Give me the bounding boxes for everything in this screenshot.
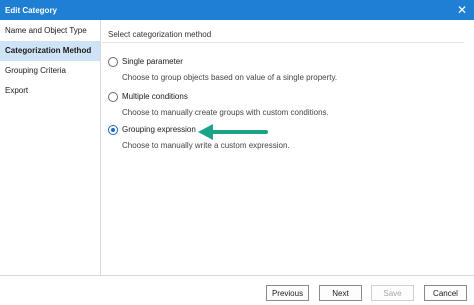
sidebar-item-export[interactable]: Export	[0, 81, 100, 101]
sidebar-item-name-and-object-type[interactable]: Name and Object Type	[0, 21, 100, 41]
option-description: Choose to manually create groups with cu…	[122, 108, 329, 117]
window-title: Edit Category	[5, 5, 58, 15]
option-description: Choose to manually write a custom expres…	[122, 141, 290, 150]
close-icon[interactable]: ✕	[454, 2, 470, 18]
option-description: Choose to group objects based on value o…	[122, 73, 338, 82]
cancel-button[interactable]: Cancel	[424, 285, 467, 301]
section-divider	[102, 42, 464, 43]
radio-multiple-conditions[interactable]	[108, 92, 118, 102]
radio-grouping-expression[interactable]	[108, 125, 118, 135]
option-label: Grouping expression	[122, 125, 196, 134]
sidebar-item-label: Categorization Method	[5, 46, 92, 55]
sidebar: Name and Object Type Categorization Meth…	[0, 20, 101, 275]
sidebar-item-label: Grouping Criteria	[5, 66, 66, 75]
title-bar: Edit Category ✕	[0, 0, 474, 20]
sidebar-item-label: Export	[5, 86, 29, 95]
save-button[interactable]: Save	[371, 285, 414, 301]
radio-single-parameter[interactable]	[108, 57, 118, 67]
section-title: Select categorization method	[108, 30, 212, 39]
footer-bar: Previous Next Save Cancel	[0, 275, 474, 305]
option-label: Single parameter	[122, 57, 183, 66]
main-panel: Select categorization method Single para…	[102, 20, 474, 275]
option-label: Multiple conditions	[122, 92, 188, 101]
sidebar-item-label: Name and Object Type	[5, 26, 87, 35]
sidebar-item-grouping-criteria[interactable]: Grouping Criteria	[0, 61, 100, 81]
next-button[interactable]: Next	[319, 285, 362, 301]
annotation-arrow-icon	[198, 124, 268, 140]
previous-button[interactable]: Previous	[266, 285, 309, 301]
sidebar-item-categorization-method[interactable]: Categorization Method	[0, 41, 100, 61]
